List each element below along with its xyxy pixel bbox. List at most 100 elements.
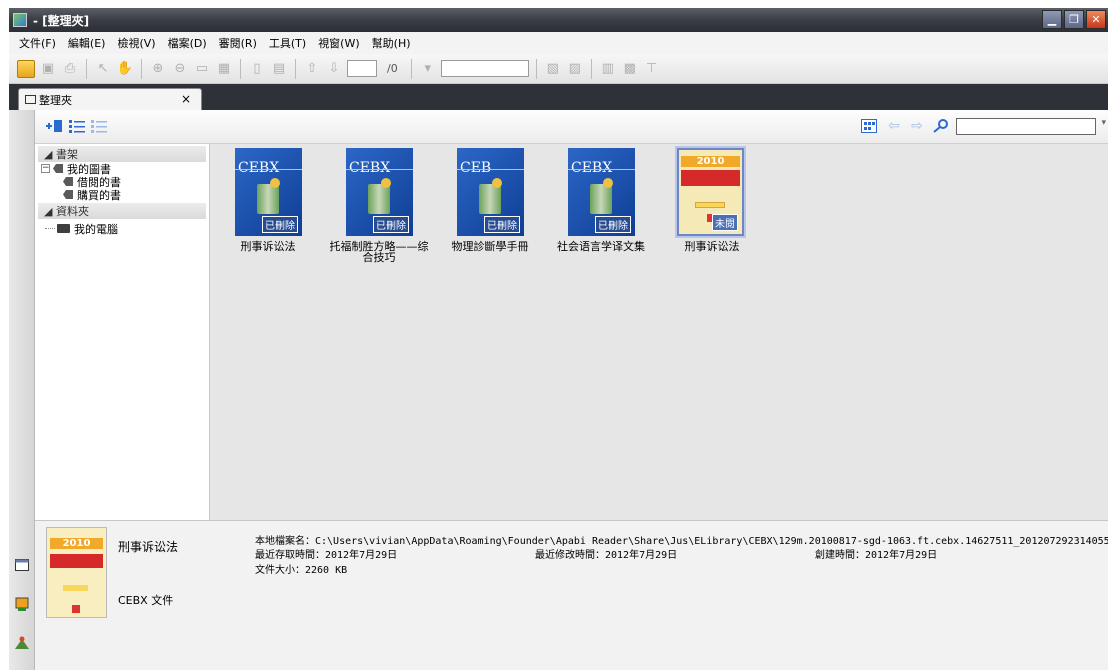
detail-view-icon[interactable]: [90, 118, 108, 134]
tree-section-bookshelf[interactable]: ◢ 書架: [38, 146, 206, 162]
book-title: 托福制胜方略——综合技巧: [329, 240, 429, 264]
page-number-input[interactable]: [347, 60, 377, 77]
menu-view[interactable]: 檢視(V): [117, 35, 155, 51]
book-cover: CEBX 已刪除: [235, 148, 302, 236]
collapse-toggle[interactable]: −: [41, 164, 50, 173]
tab-strip: 整理夾 ×: [9, 84, 1108, 110]
zoom-out-icon[interactable]: ⊖: [171, 60, 189, 78]
book-cover: CEBX 已刪除: [346, 148, 413, 236]
cover-text: CEBX: [238, 160, 280, 176]
next-page-icon[interactable]: ⇩: [325, 60, 343, 78]
menu-review[interactable]: 審閱(R): [219, 35, 257, 51]
deleted-badge: 已刪除: [595, 216, 631, 233]
thumbnail-logo-icon: [72, 605, 80, 613]
bookstore-icon[interactable]: [13, 595, 31, 613]
open-folder-icon[interactable]: [17, 59, 35, 78]
grid-view-icon[interactable]: [860, 118, 878, 134]
book-cover: 2010 未閱: [675, 146, 746, 238]
book-title: 社会语言学译文集: [557, 240, 645, 253]
fit-width-icon[interactable]: ▭: [193, 60, 211, 78]
computer-icon: [57, 224, 70, 233]
toolbar-divider: [535, 58, 537, 79]
deleted-badge: 已刪除: [262, 216, 298, 233]
book-thumbnail: 2010: [46, 527, 107, 618]
unread-badge: 未閱: [712, 214, 738, 231]
book-view-icon[interactable]: ▥: [599, 60, 617, 78]
minimize-button[interactable]: ▁: [1042, 10, 1062, 29]
cover-line: [235, 169, 302, 170]
select-cursor-icon[interactable]: ↖: [94, 60, 112, 78]
menu-window[interactable]: 視窗(W): [318, 35, 359, 51]
info-filename: 本地檔案名：C:\Users\vivian\AppData\Roaming\Fo…: [255, 536, 1108, 547]
annotation-icon[interactable]: ▨: [566, 60, 584, 78]
book-grid: CEBX 已刪除 刑事诉讼法 CEBX 已刪除 托福制胜方略——综合技巧 CEB…: [210, 144, 1108, 520]
forward-arrow-icon[interactable]: ⇨: [908, 118, 926, 134]
book-cover: CEBX 已刪除: [568, 148, 635, 236]
cover-text: CEB: [460, 160, 492, 176]
fullscreen-icon[interactable]: ⊤: [643, 60, 661, 78]
tree-item-borrowed[interactable]: 借閱的書: [35, 175, 209, 189]
book-stack-icon: [368, 184, 390, 214]
fit-page-icon[interactable]: ▦: [215, 60, 233, 78]
tree-item-label: 我的電腦: [74, 222, 118, 236]
tree-section-folders[interactable]: ◢ 資料夾: [38, 203, 206, 219]
window-icon: [25, 95, 36, 104]
close-tab-icon[interactable]: ×: [181, 92, 191, 106]
menu-edit[interactable]: 編輯(E): [68, 35, 106, 51]
search-dropdown-icon[interactable]: ▾: [1101, 118, 1106, 128]
print-icon[interactable]: ⎙: [61, 60, 79, 78]
cover-title-band: [681, 170, 740, 186]
search-icon[interactable]: [931, 118, 949, 134]
back-arrow-icon[interactable]: ⇦: [885, 118, 903, 134]
menu-document[interactable]: 檔案(D): [168, 35, 207, 51]
close-button[interactable]: ✕: [1086, 10, 1106, 29]
book-dot-icon: [492, 178, 502, 188]
add-book-icon[interactable]: [45, 118, 63, 134]
thumbnail-band: [50, 554, 103, 568]
library-tree: ◢ 書架 − 我的圖書 借閱的書 購買的書 ◢ 資料夾 我的電腦: [35, 144, 210, 520]
zoom-dropdown-arrow-icon[interactable]: ▾: [419, 60, 437, 78]
info-file-size: 文件大小：2260 KB: [255, 565, 348, 576]
book-stack-icon: [257, 184, 279, 214]
book-stack-icon: [479, 184, 501, 214]
hand-tool-icon[interactable]: ✋: [116, 60, 134, 78]
book-title: 刑事诉讼法: [240, 240, 296, 253]
toolbar-divider: [141, 58, 142, 79]
zoom-in-icon[interactable]: ⊕: [149, 60, 167, 78]
menu-file[interactable]: 文件(F): [19, 35, 56, 51]
zoom-input[interactable]: [440, 60, 529, 77]
book-cover: CEB 已刪除: [457, 148, 524, 236]
tree-connector: [45, 228, 55, 229]
prev-page-icon[interactable]: ⇧: [303, 60, 321, 78]
menu-help[interactable]: 幫助(H): [372, 35, 411, 51]
continuous-page-icon[interactable]: ▤: [270, 60, 288, 78]
cover-line: [346, 169, 413, 170]
tag-icon: [63, 190, 73, 199]
toolbar-divider: [86, 58, 87, 79]
tree-item-my-books[interactable]: − 我的圖書: [35, 162, 209, 176]
tree-item-my-computer[interactable]: 我的電腦: [35, 222, 209, 236]
toolbar-divider: [410, 58, 412, 79]
book-title: 刑事诉讼法: [684, 240, 740, 253]
bookmark-icon[interactable]: ▧: [544, 60, 562, 78]
left-rail: [9, 110, 35, 670]
dual-page-icon[interactable]: ▩: [621, 60, 639, 78]
tab-label: 整理夾: [39, 93, 72, 107]
menu-tools[interactable]: 工具(T): [269, 35, 306, 51]
cover-year: 2010: [681, 156, 740, 167]
list-view-icon[interactable]: [68, 118, 86, 134]
restore-button[interactable]: ❐: [1064, 10, 1084, 29]
search-input[interactable]: [956, 118, 1096, 135]
toolbar-divider: [240, 58, 241, 79]
deleted-badge: 已刪除: [484, 216, 520, 233]
book-dot-icon: [270, 178, 280, 188]
cover-line: [568, 169, 635, 170]
toolbar-divider: [590, 58, 592, 79]
save-icon[interactable]: ▣: [39, 60, 57, 78]
window-layout-icon[interactable]: [13, 556, 31, 574]
single-page-icon[interactable]: ▯: [248, 60, 266, 78]
tree-item-purchased[interactable]: 購買的書: [35, 188, 209, 202]
reading-icon[interactable]: [13, 634, 31, 652]
main-toolbar: ▣ ⎙ ↖ ✋ ⊕ ⊖ ▭ ▦ ▯ ▤ ⇧ ⇩ /0 ▾ ▧ ▨ ▥ ▩ ⊤: [9, 54, 1108, 84]
tab-organizer[interactable]: 整理夾 ×: [18, 88, 202, 110]
